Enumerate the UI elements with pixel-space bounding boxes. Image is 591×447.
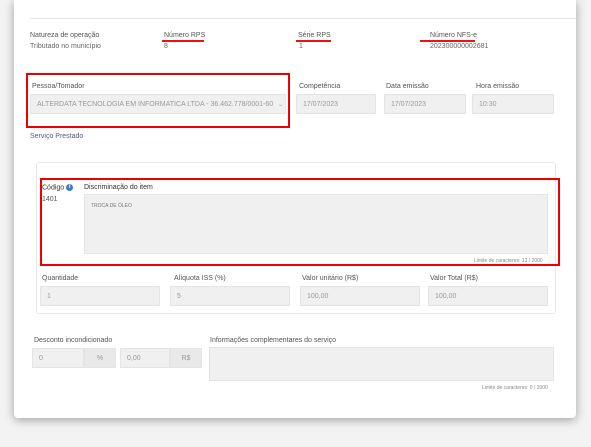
competencia-label: Competência: [299, 83, 341, 90]
valor-unitario-label: Valor unitário (R$): [302, 275, 359, 282]
codigo-label-text: Código: [42, 184, 65, 192]
discriminacao-textarea[interactable]: TROCA DE ÓLEO: [84, 194, 548, 254]
numero-nfse-value: 202300000002681: [430, 43, 489, 50]
hora-emissao-label: Hora emissão: [476, 83, 520, 90]
serie-rps-underline: [296, 40, 331, 42]
quantidade-field[interactable]: 1: [40, 286, 160, 306]
limite-info-counter: Limite de caracteres: 0 / 2000: [482, 385, 548, 391]
tomador-select-value: ALTERDATA TECNOLOGIA EM INFORMATICA LTDA…: [37, 100, 274, 108]
numero-rps-label: Número RPS: [164, 32, 206, 39]
percent-unit-text: %: [96, 354, 104, 362]
numero-nfse-underline: [420, 40, 475, 42]
desconto-percent-value: 0: [39, 354, 43, 362]
valor-total-value: 100,00: [435, 292, 457, 300]
info-complementares-label: Informações complementares do serviço: [210, 337, 337, 344]
tomador-select[interactable]: ALTERDATA TECNOLOGIA EM INFORMATICA LTDA…: [30, 94, 286, 114]
info-complementares-textarea[interactable]: [209, 347, 554, 381]
hora-emissao-field[interactable]: 10:30: [472, 94, 554, 114]
info-icon[interactable]: i: [66, 184, 74, 191]
section-title-servico: Serviço Prestado: [30, 133, 84, 140]
chevron-down-icon[interactable]: ⌄: [278, 101, 283, 108]
hora-emissao-value: 10:30: [479, 100, 497, 108]
limite-item-counter: Limite de caracteres: 13 / 2000: [474, 258, 543, 264]
numero-nfse-label: Número NFS-e: [430, 32, 478, 39]
natureza-label: Natureza de operação: [30, 32, 100, 39]
aliquota-field[interactable]: 5: [170, 286, 290, 306]
desconto-percent-field[interactable]: 0: [32, 348, 84, 368]
codigo-value: 1401: [42, 196, 58, 203]
competencia-field[interactable]: 17/07/2023: [296, 94, 376, 114]
codigo-label: Código i: [42, 184, 74, 192]
serie-rps-label: Série RPS: [298, 32, 331, 39]
numero-rps-underline: [162, 40, 204, 42]
currency-unit-addon: R$: [170, 348, 202, 368]
quantidade-label: Quantidade: [42, 275, 79, 282]
natureza-value: Tributado no município: [30, 43, 101, 50]
discriminacao-label: Discriminação do item: [84, 184, 153, 191]
numero-rps-value: 8: [164, 43, 168, 50]
data-emissao-field[interactable]: 17/07/2023: [384, 94, 466, 114]
data-emissao-label: Data emissão: [386, 83, 429, 90]
currency-unit-text: R$: [181, 354, 191, 362]
desconto-label: Desconto incondicionado: [34, 337, 113, 344]
nfse-form-panel: Natureza de operação Tributado no municí…: [14, 0, 576, 418]
quantidade-value: 1: [47, 292, 51, 300]
valor-total-label: Valor Total (R$): [430, 275, 478, 282]
valor-unitario-field[interactable]: 100,00: [300, 286, 420, 306]
desconto-amount-field[interactable]: 0,00: [120, 348, 170, 368]
aliquota-value: 5: [177, 292, 181, 300]
tomador-label: Pessoa/Tomador: [32, 83, 85, 90]
discriminacao-value: TROCA DE ÓLEO: [91, 203, 132, 209]
percent-unit-addon: %: [84, 348, 116, 368]
valor-unitario-value: 100,00: [307, 292, 329, 300]
competencia-value: 17/07/2023: [303, 100, 339, 108]
aliquota-label: Alíquota ISS (%): [174, 275, 226, 282]
desconto-amount-value: 0,00: [127, 354, 141, 362]
top-divider: [30, 18, 576, 19]
data-emissao-value: 17/07/2023: [391, 100, 427, 108]
serie-rps-value: 1: [299, 43, 303, 50]
valor-total-field[interactable]: 100,00: [428, 286, 548, 306]
